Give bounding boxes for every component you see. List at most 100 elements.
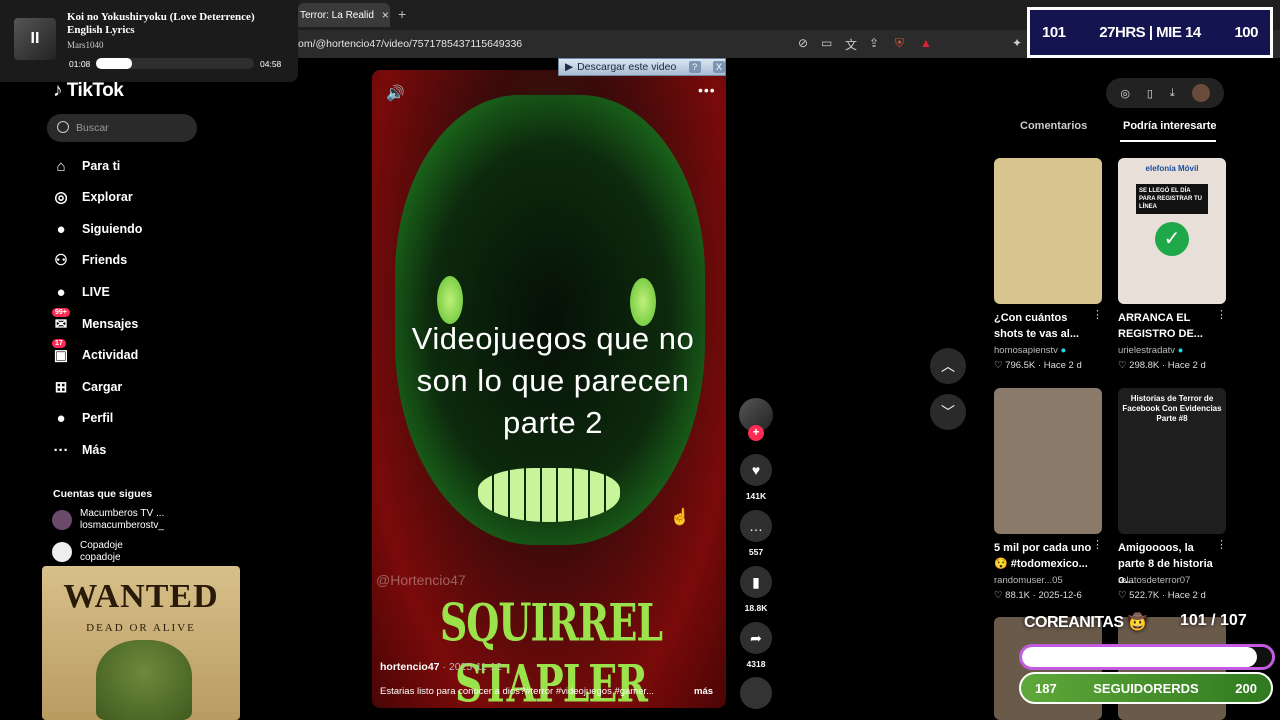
sidebar-item-m-s[interactable]: ··· Más [50,436,107,464]
suggested-thumbnail[interactable]: Historias de Terror de Facebook Con Evid… [1118,388,1226,534]
monster-teeth [478,468,620,522]
sidebar-item-friends[interactable]: ⚇ Friends [50,246,127,274]
download-label[interactable]: Descargar este video [577,61,676,73]
translate-icon[interactable]: 文 [845,36,857,53]
save-action[interactable]: ▮ 18.8K [739,566,773,613]
post-date: Hace 2 d [1043,360,1082,371]
compass-icon[interactable]: ◎ [1120,87,1130,100]
monster-eye-left [437,276,463,324]
more-link[interactable]: más [694,686,713,697]
close-icon[interactable]: X [712,61,725,73]
suggested-author[interactable]: homosapienstv ● [994,344,1104,357]
music-disc-icon[interactable] [740,677,772,709]
nav-icon: ● [56,409,66,427]
song-progress-bar[interactable] [96,58,254,69]
notification-badge: 99+ [52,308,70,317]
suggested-thumbnail[interactable]: elefonía Móvil SE LLEGÓ EL DÍA PARA REGIS… [1118,158,1226,304]
share-icon[interactable]: ⇪ [869,36,879,50]
wanted-title: WANTED [63,578,219,615]
account-handle: losmacumberostv_ [80,520,164,531]
account-name: Copadoje [80,540,123,551]
sidebar-item-label: Explorar [82,190,133,204]
account-handle: copadoje [80,552,121,563]
kebab-menu-icon[interactable]: ⋮ [1092,308,1103,321]
kebab-menu-icon[interactable]: ⋮ [1216,308,1227,321]
pause-button[interactable]: II [14,18,56,60]
more-options-icon[interactable]: ••• [698,82,716,98]
previous-video-button[interactable]: ︿ [930,348,966,384]
heart-icon[interactable]: ♥ [740,454,772,486]
post-date: Hace 2 d [1167,360,1206,371]
right-toolbar: ◎ ▯ ⤓ [1106,78,1224,108]
cast-icon[interactable]: ▭ [821,36,832,50]
url-field[interactable]: om/@hortencio47/video/757178543711564933… [298,38,522,50]
notification-badge: 17 [52,339,66,348]
new-tab-button[interactable]: + [398,6,406,22]
sidebar-item-mensajes[interactable]: ✉ 99+ Mensajes [50,308,138,338]
sidebar-item-actividad[interactable]: ▣ 17 Actividad [50,339,138,369]
tiktok-logo[interactable]: ♪ TikTok [53,80,124,102]
video-author[interactable]: hortencio47 · 2025-11-12 [380,661,502,673]
author-name[interactable]: hortencio47 [380,661,440,673]
follow-button[interactable]: + [748,425,764,441]
separator: · [1035,360,1044,371]
kebab-menu-icon[interactable]: ⋮ [1216,538,1227,551]
share-arrow-icon[interactable]: ➦ [740,622,772,654]
warning-extension-icon[interactable]: ▲ [920,36,932,50]
sidebar-item-cargar[interactable]: ⊞ Cargar [50,373,123,401]
suggested-title[interactable]: 5 mil por cada uno 😯 #todomexico... [994,540,1094,572]
sidebar-item-label: Friends [82,253,128,267]
suggested-thumbnail[interactable] [994,388,1102,534]
suggested-stats: ♡ 88.1K · 2025-12-6 [994,589,1109,602]
tab-suggested[interactable]: Podría interesarte [1123,120,1217,132]
heart-outline-icon: ♡ [1118,590,1130,601]
next-video-button[interactable]: ﹀ [930,394,966,430]
user-avatar[interactable] [1191,84,1210,102]
followed-account[interactable]: Copadoje copadoje [52,540,123,564]
no-camera-icon[interactable]: ⊘ [798,36,808,50]
volume-icon[interactable]: 🔊 [386,84,405,102]
search-input[interactable] [47,114,197,142]
suggested-author[interactable]: urielestradatv ● [1118,344,1228,357]
suggested-thumbnail[interactable] [994,158,1102,304]
post-date: Hace 2 d [1167,590,1206,601]
download-icon[interactable]: ⤓ [1170,87,1175,100]
verified-icon: ● [1057,345,1067,356]
followed-account[interactable]: Macumberos TV ... losmacumberostv_ [52,508,164,532]
nav-icon: ▣ 17 [52,339,69,364]
goal-progress-bar [1019,644,1275,670]
comment-action[interactable]: … 557 [739,510,773,557]
download-video-bar[interactable]: ▶ Descargar este video ? X [558,58,726,76]
share-action[interactable]: ➦ 4318 [739,622,773,669]
comment-icon[interactable]: … [740,510,772,542]
extensions-icon[interactable]: ✦ [1012,36,1022,50]
browser-tab[interactable]: Terror: La Realid × [298,3,390,27]
suggested-author[interactable]: relatosdeterror07 [1118,574,1228,587]
heart-outline-icon: ♡ [994,360,1006,371]
sidebar-item-perfil[interactable]: ● Perfil [50,404,113,432]
sidebar-item-siguiendo[interactable]: ● Siguiendo [50,215,142,243]
suggested-author[interactable]: randomuser...05 [994,574,1104,587]
thumbnail-text: Historias de Terror de Facebook Con Evid… [1122,394,1222,423]
separator: · [1159,590,1168,601]
sidebar-item-explorar[interactable]: ◎ Explorar [50,183,133,211]
search-icon [57,121,69,133]
shield-extension-icon[interactable]: ⛨ [895,36,904,51]
help-icon[interactable]: ? [688,61,701,73]
sidebar-item-para-ti[interactable]: ⌂ Para ti [50,152,120,180]
suggested-title[interactable]: ARRANCA EL REGISTRO DE... [1118,310,1218,342]
like-action[interactable]: ♥ 141K [739,454,773,501]
phone-icon[interactable]: ▯ [1147,87,1153,100]
sidebar-item-live[interactable]: ● LIVE [50,278,109,306]
kebab-menu-icon[interactable]: ⋮ [1092,538,1103,551]
sidebar-item-label: Cargar [82,380,123,394]
suggested-title[interactable]: ¿Con cuántos shots te vas al... [994,310,1094,342]
nav-icon: ● [56,220,66,238]
chevron-down-icon: ﹀ [941,404,955,420]
tab-comments[interactable]: Comentarios [1020,120,1087,132]
logo-text: TikTok [66,80,124,101]
video-date: · 2025-11-12 [442,661,502,673]
bookmark-icon[interactable]: ▮ [740,566,772,598]
following-title: Cuentas que sigues [53,488,153,500]
tab-close-button[interactable]: × [382,8,389,22]
